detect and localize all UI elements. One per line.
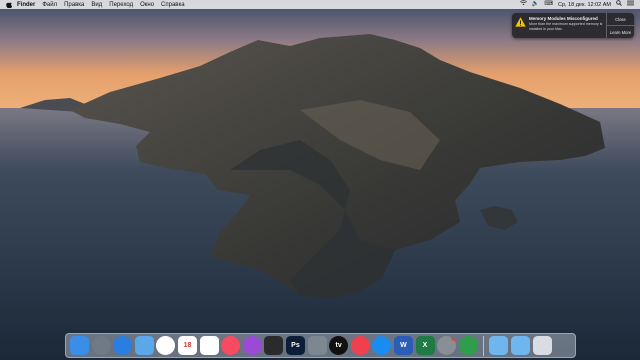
- notification-content: Memory Modules Misconfigured More than t…: [528, 13, 606, 38]
- excel-icon[interactable]: X: [415, 336, 435, 355]
- status-area: 🔈 ⌨ Ср, 18 дек. 12:02 AM: [519, 0, 634, 10]
- volume-icon[interactable]: 🔈: [532, 0, 539, 9]
- applications-folder-icon[interactable]: [489, 336, 509, 355]
- finder-icon[interactable]: [70, 336, 89, 355]
- dock-separator: [483, 335, 484, 356]
- mail-icon[interactable]: [134, 336, 154, 355]
- notification-banner[interactable]: Memory Modules Misconfigured More than t…: [512, 13, 634, 38]
- photos-icon[interactable]: [156, 336, 176, 355]
- final-cut-icon[interactable]: [264, 336, 284, 355]
- calendar-icon[interactable]: 18: [177, 336, 197, 355]
- menu-bar: Finder Файл Правка Вид Переход Окно Спра…: [0, 0, 640, 9]
- apple-tv-glyph: tv: [335, 342, 342, 349]
- menu-edit[interactable]: Правка: [64, 2, 84, 8]
- wifi-icon[interactable]: [519, 0, 527, 10]
- input-source-icon[interactable]: ⌨: [544, 0, 553, 9]
- word-glyph: W: [400, 342, 407, 349]
- safari-icon[interactable]: [113, 336, 133, 355]
- music-icon[interactable]: [221, 336, 241, 355]
- menu-list-icon[interactable]: [627, 0, 634, 10]
- notification-title: Memory Modules Misconfigured: [529, 16, 598, 21]
- photoshop-glyph: Ps: [291, 342, 300, 349]
- menu-help[interactable]: Справка: [161, 2, 185, 8]
- network-utility-icon[interactable]: [458, 336, 478, 355]
- close-button[interactable]: Close: [607, 13, 634, 25]
- excel-glyph: X: [422, 342, 428, 349]
- app-store-icon[interactable]: [372, 336, 392, 355]
- menu-finder[interactable]: Finder: [17, 2, 35, 8]
- menu-file[interactable]: Файл: [42, 2, 57, 8]
- desktop-wallpaper: [0, 0, 640, 360]
- apple-icon[interactable]: [6, 1, 12, 8]
- calendar-glyph: 18: [183, 342, 192, 349]
- apple-tv-icon[interactable]: tv: [329, 336, 349, 355]
- launchpad-icon[interactable]: [91, 336, 111, 355]
- search-icon[interactable]: [616, 0, 622, 10]
- menu-window[interactable]: Окно: [140, 2, 154, 8]
- podcasts-icon[interactable]: [242, 336, 262, 355]
- notification-badge: [451, 336, 457, 341]
- news-icon[interactable]: [350, 336, 370, 355]
- word-icon[interactable]: W: [393, 336, 413, 355]
- notification-message: More than the maximum supported memory i…: [529, 22, 603, 31]
- system-preferences-icon[interactable]: [437, 336, 457, 355]
- downloads-folder-icon[interactable]: [511, 336, 531, 355]
- menu-clock[interactable]: Ср, 18 дек. 12:02 AM: [558, 2, 611, 8]
- trash-icon[interactable]: [532, 336, 552, 355]
- photoshop-icon[interactable]: Ps: [285, 336, 305, 355]
- reminders-icon[interactable]: [199, 336, 219, 355]
- warning-icon: [512, 13, 528, 38]
- disk-utility-icon[interactable]: [307, 336, 327, 355]
- menu-go[interactable]: Переход: [109, 2, 133, 8]
- menu-view[interactable]: Вид: [91, 2, 102, 8]
- learn-more-button[interactable]: Learn More: [607, 25, 634, 38]
- notification-actions: Close Learn More: [606, 13, 634, 38]
- dock: 18 Ps tv W X: [65, 333, 576, 358]
